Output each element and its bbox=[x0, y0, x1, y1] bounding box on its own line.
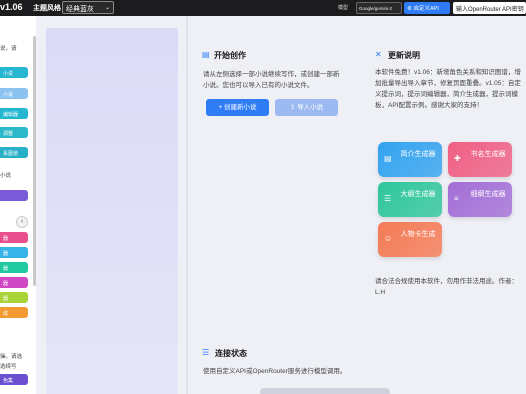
sidebar-button[interactable] bbox=[0, 190, 28, 201]
indent-icon: ≡ bbox=[454, 194, 459, 203]
model-label: 模型 bbox=[338, 5, 349, 11]
import-novel-label: 导入小说 bbox=[297, 104, 324, 111]
import-novel-button[interactable]: ⇪ 导入小说 bbox=[275, 99, 338, 116]
sidebar-text: 选续写 bbox=[0, 364, 17, 370]
update-description: 本软件免费！v1.06：新增角色关系和知识图谱，增加批量导出导入章节，修复页面重… bbox=[375, 69, 521, 109]
document-icon: ▤ bbox=[384, 154, 392, 163]
top-bar: v1.06 主题风格 经典蓝灰 ⌄ 模型 Google/gemini-2 ⚙ 自… bbox=[0, 0, 526, 16]
sidebar-button[interactable]: 器 bbox=[0, 247, 28, 258]
sidebar-button[interactable]: 器 bbox=[0, 262, 28, 273]
sidebar-button[interactable]: 器 bbox=[0, 232, 28, 243]
server-icon: ☰ bbox=[202, 348, 210, 357]
gear-icon: ⚙ bbox=[407, 6, 412, 12]
divider bbox=[186, 16, 188, 394]
scroll-indicator bbox=[260, 388, 390, 394]
sidebar-scrollbar[interactable] bbox=[33, 36, 36, 286]
sidebar-button[interactable]: 成 bbox=[0, 307, 28, 318]
app-version: v1.06 bbox=[0, 2, 23, 12]
collapse-button[interactable]: ‹ bbox=[16, 216, 28, 228]
connection-description: 使用自定义API或OpenRouter服务进行模型调用。 bbox=[203, 368, 347, 375]
sidebar-button[interactable]: 小说 bbox=[0, 88, 28, 99]
sidebar-text: 小说 bbox=[0, 173, 12, 179]
tile-label: 细纲生成器 bbox=[470, 191, 506, 198]
sidebar-button[interactable]: 色集 bbox=[0, 374, 28, 385]
usage-notice: 请合法合规使用本软件，勿用作非法用途。作者：L.H bbox=[375, 278, 518, 296]
title-generator-button[interactable]: ✚ 书名生成器 bbox=[448, 142, 512, 177]
sidebar-text: 说，请 bbox=[0, 46, 17, 52]
model-select[interactable]: Google/gemini-2 bbox=[356, 2, 402, 14]
summary-generator-button[interactable]: ▤ 简介生成器 bbox=[378, 142, 442, 177]
sidebar-button[interactable]: 小说 bbox=[0, 67, 28, 78]
custom-api-label: 自定义API bbox=[413, 6, 439, 12]
create-novel-button[interactable]: + 创建新小说 bbox=[206, 99, 269, 116]
connection-title: 连接状态 bbox=[215, 349, 247, 358]
openrouter-key-input[interactable]: 输入OpenRouter API密钥 bbox=[453, 2, 526, 14]
theme-label: 主题风格 bbox=[33, 5, 61, 12]
character-card-generator-button[interactable]: ☺ 人物卡生成 bbox=[378, 222, 442, 257]
sidebar-button[interactable]: 编辑器 bbox=[0, 108, 28, 119]
sidebar: 说，请 小说 小说 编辑器 调整 系图谱 小说 ‹ 器 器 器 器 器 成 操。… bbox=[0, 16, 36, 394]
bookmark-icon: ✚ bbox=[454, 154, 461, 163]
sidebar-button[interactable]: 器 bbox=[0, 292, 28, 303]
novel-list-panel bbox=[46, 28, 178, 394]
list-icon: ☰ bbox=[384, 194, 392, 203]
start-description: 请从左侧选择一部小说继续写作，或创建一部新小说。您也可以导入已有的小说文件。 bbox=[203, 71, 340, 89]
tools-icon: ✕ bbox=[375, 50, 382, 59]
outline-generator-button[interactable]: ☰ 大纲生成器 bbox=[378, 182, 442, 217]
theme-select[interactable]: 经典蓝灰 ⌄ bbox=[62, 1, 114, 14]
custom-api-button[interactable]: ⚙ 自定义API bbox=[404, 2, 450, 14]
tile-label: 人物卡生成 bbox=[400, 231, 436, 238]
upload-icon: ⇪ bbox=[289, 104, 296, 111]
sidebar-button[interactable]: 器 bbox=[0, 277, 28, 288]
sidebar-text: 操。请选 bbox=[0, 354, 23, 360]
tile-label: 书名生成器 bbox=[470, 151, 506, 158]
chevron-down-icon: ⌄ bbox=[104, 5, 110, 11]
tile-label: 大纲生成器 bbox=[400, 191, 436, 198]
tile-label: 简介生成器 bbox=[400, 151, 436, 158]
sidebar-button[interactable]: 系图谱 bbox=[0, 147, 28, 158]
notebook-icon: ▤ bbox=[202, 50, 210, 59]
person-icon: ☺ bbox=[384, 234, 393, 243]
sidebar-button[interactable]: 调整 bbox=[0, 127, 28, 138]
theme-select-value: 经典蓝灰 bbox=[66, 6, 94, 13]
update-title: 更新说明 bbox=[388, 51, 420, 60]
start-title: 开始创作 bbox=[214, 51, 246, 60]
detail-outline-generator-button[interactable]: ≡ 细纲生成器 bbox=[448, 182, 512, 217]
chevron-left-icon: ‹ bbox=[20, 218, 24, 225]
